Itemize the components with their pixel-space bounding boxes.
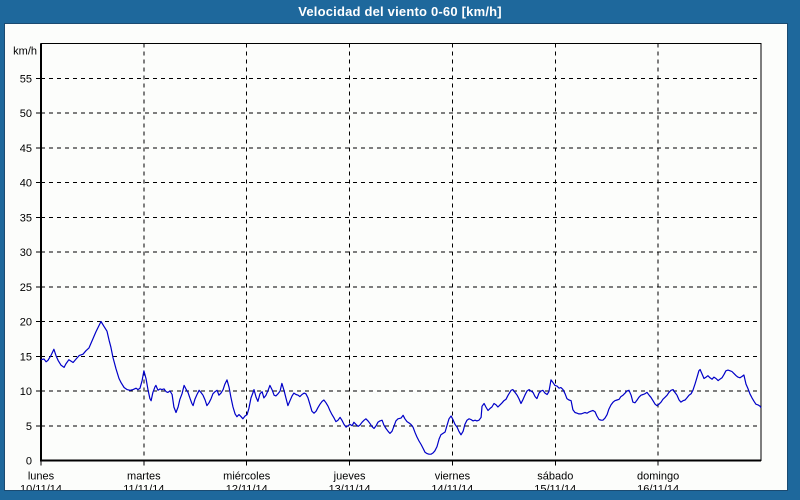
y-tick-label: 10 xyxy=(20,386,32,398)
y-tick-label: 55 xyxy=(20,73,32,85)
wind-speed-line xyxy=(41,322,761,455)
title-bar: Velocidad del viento 0-60 [km/h] xyxy=(0,0,800,23)
x-day-name-label: viernes xyxy=(435,471,471,483)
y-tick-label: 0 xyxy=(26,456,32,468)
x-day-date-label: 12/11/14 xyxy=(226,484,268,491)
x-day-date-label: 14/11/14 xyxy=(431,484,473,491)
y-tick-label: 50 xyxy=(20,108,32,120)
axis-labels: 0 5 10 15 20 25 30 35 40 45 50 55 km/h lunes10/11/14 m… xyxy=(13,46,679,491)
x-day-name-label: domingo xyxy=(637,471,679,483)
x-day-name-label: miércoles xyxy=(223,471,271,483)
gridlines xyxy=(41,44,761,461)
axes xyxy=(36,44,761,466)
y-tick-label: 35 xyxy=(20,212,32,224)
x-day-name-label: jueves xyxy=(333,471,366,483)
y-tick-label: 25 xyxy=(20,282,32,294)
x-day-name-label: martes xyxy=(127,471,161,483)
x-day-name-label: lunes xyxy=(28,471,55,483)
x-day-name-label: sábado xyxy=(537,471,573,483)
y-tick-label: 40 xyxy=(20,178,32,190)
x-day-date-label: 11/11/14 xyxy=(123,484,164,491)
chart-svg: 0 5 10 15 20 25 30 35 40 45 50 55 km/h lunes10/11/14 m… xyxy=(5,24,787,490)
y-tick-label: 30 xyxy=(20,247,32,259)
x-day-date-label: 10/11/14 xyxy=(20,484,62,491)
y-axis-unit-label: km/h xyxy=(13,46,37,58)
x-day-date-label: 13/11/14 xyxy=(329,484,371,491)
y-tick-label: 45 xyxy=(20,143,32,155)
y-tick-label: 15 xyxy=(20,351,32,363)
y-tick-label: 5 xyxy=(26,421,32,433)
y-tick-label: 20 xyxy=(20,317,32,329)
x-day-date-label: 15/11/14 xyxy=(534,484,576,491)
chart-panel: 0 5 10 15 20 25 30 35 40 45 50 55 km/h lunes10/11/14 m… xyxy=(4,23,788,491)
chart-title: Velocidad del viento 0-60 [km/h] xyxy=(298,4,502,19)
x-day-date-label: 16/11/14 xyxy=(637,484,679,491)
